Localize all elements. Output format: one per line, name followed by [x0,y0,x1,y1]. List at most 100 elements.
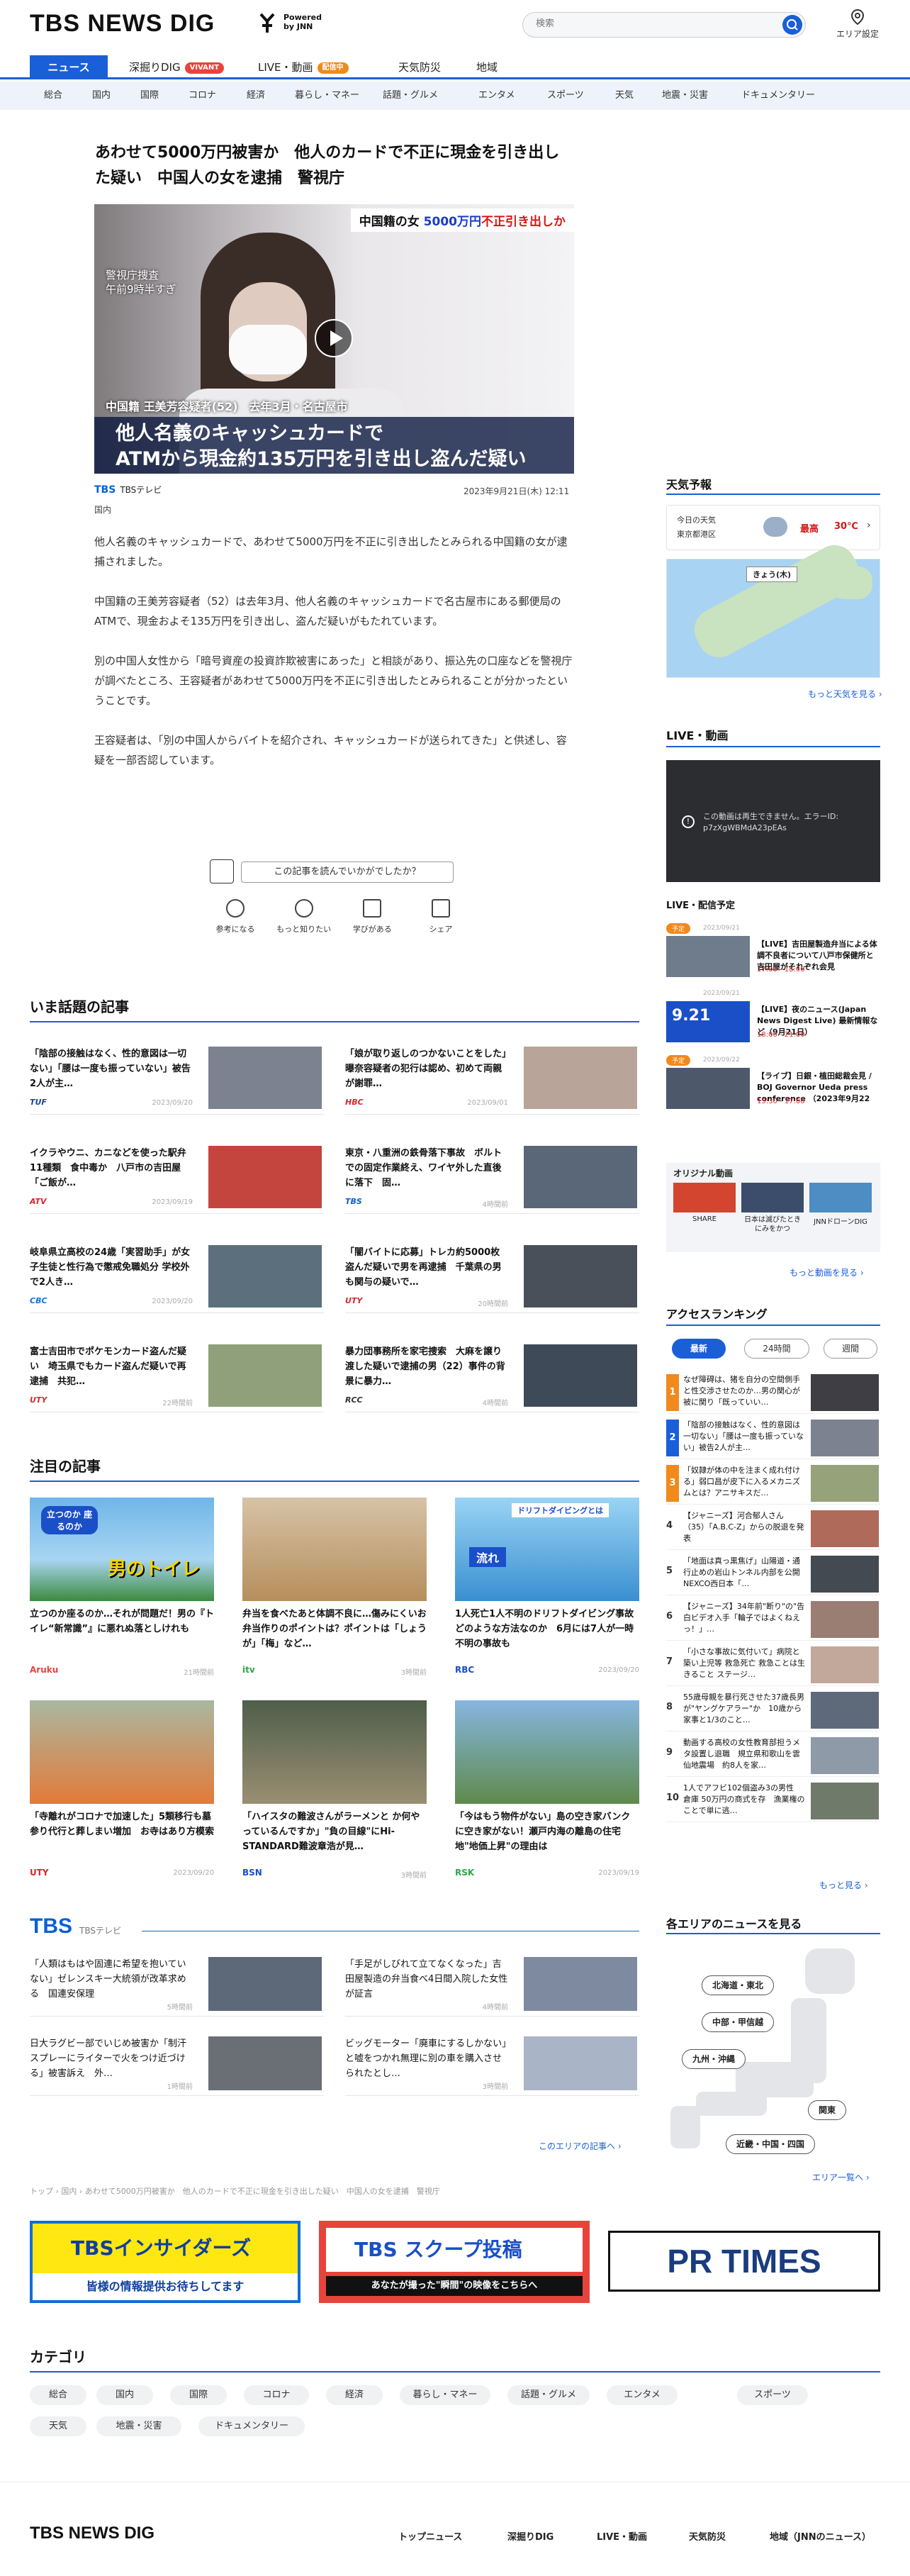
search-button[interactable] [782,15,802,35]
footer-nav-item[interactable]: トップニュース [398,2529,462,2543]
feedback-button[interactable]: この記事を読んでいかがでしたか？ [241,862,454,883]
category-pill[interactable]: 国内 [96,2385,153,2405]
trending-item[interactable]: 「陰部の接触はなく、性的意図は一切ない」「腰は一度も振っていない」被告2人が主…… [30,1041,324,1115]
weather-widget[interactable]: 今日の天気 東京都港区 最高 30℃ › [666,505,880,550]
footer-nav-item[interactable]: 地域（JNNのニュース） [770,2529,871,2543]
ranking-item[interactable]: 4 【ジャニーズ】河合郁人さん（35）「A.B.C-Z」からの脱退を発表 [666,1506,880,1550]
cat-nav-item[interactable]: スポーツ [547,82,584,110]
area-list-link[interactable]: エリア一覧へ › [812,2171,870,2183]
category-pill[interactable]: 天気 [30,2416,86,2436]
nav-live[interactable]: LIVE・動画 配信中 [249,55,357,79]
category-pill[interactable]: 国際 [170,2385,227,2405]
ranking-more-link[interactable]: もっと見る › [819,1879,868,1891]
featured-card[interactable]: 弁当を食べたあと体調不良に…傷みにくいお弁当作りのポイントは？ポイントは「しょう… [242,1498,427,1689]
ranking-item[interactable]: 3 「奴隷が体の中を注まく成れ付ける」弱口昌が皮下に入るメカニズムとは？アニサキス… [666,1461,880,1505]
cat-nav-item[interactable]: 話題・グルメ [383,82,438,110]
live-schedule-item[interactable]: 2023/09/21 9.21 【LIVE】夜のニュース(Japan News Di… [666,990,880,1044]
trending-item[interactable]: イクラやウニ、カニなどを使った駅弁11種類 食中毒か 八戸市の吉田屋 「ご飯が…… [30,1140,324,1214]
trending-item[interactable]: 岐阜県立高校の24歳「実習助手」が女子生徒と性行為で懲戒免職処分 学校外で2人き… [30,1239,324,1313]
weather-map[interactable]: きょう(木) [666,537,880,678]
ranking-tab-latest[interactable]: 最新 [672,1339,726,1359]
reaction-learn-more[interactable]: もっと知りたい [276,899,332,935]
ranking-tab-24h[interactable]: 24時間 [744,1339,809,1359]
nav-local[interactable]: 地域 [468,55,506,79]
cat-nav-item[interactable]: ドキュメンタリー [741,82,815,110]
breadcrumb[interactable]: トップ › 国内 › あわせて5000万円被害か 他人のカードで不正に現金を引き… [30,2185,440,2197]
featured-card[interactable]: 「今はもう物件がない」島の空き家バンクに空き家がない！瀬戸内海の離島の住宅地"地… [455,1700,639,1892]
cat-nav-item[interactable]: 経済 [247,82,265,110]
category-pill[interactable]: 地震・災害 [96,2416,181,2436]
trending-item[interactable]: 暴力団事務所を家宅捜索 大麻を譲り渡した疑いで逮捕の男（22）事件の背景に暴力…… [345,1339,639,1412]
live-video-player[interactable]: ! この動画は再生できません。エラーID: p7zXgWBMdA23pEAs [666,760,880,882]
reaction-helpful[interactable]: 参考になる [207,899,264,935]
featured-card[interactable]: ドリフトダイビングとは 流れ 1人死亡1人不明のドリフトダイビング事故 どのよう… [455,1498,639,1689]
live-schedule-item[interactable]: 予定 2023/09/21 【LIVE】吉田屋製造弁当による体調不良者について八戸市… [666,923,880,978]
area-button-kinki[interactable]: 近畿・中国・四国 [726,2134,816,2154]
cat-nav-item[interactable]: 暮らし・マネー [295,82,359,110]
cat-nav-item[interactable]: 天気 [615,82,634,110]
category-pill[interactable]: エンタメ [607,2385,678,2405]
article-video[interactable]: 中国籍の女 5000万円不正引き出しか 警視庁捜査 午前9時半すぎ 中国籍 王美芳… [94,204,574,474]
area-button-hokkaido-tohoku[interactable]: 北海道・東北 [702,1975,775,1995]
original-video-item[interactable]: SHARE [673,1183,736,1223]
category-pill[interactable]: スポーツ [737,2385,808,2405]
category-pill[interactable]: ドキュメンタリー [198,2416,305,2436]
category-pill[interactable]: 話題・グルメ [507,2385,590,2405]
cat-nav-item[interactable]: 地震・災害 [662,82,708,110]
article-category[interactable]: 国内 [94,503,111,515]
category-pill[interactable]: 経済 [326,2385,383,2405]
search-input[interactable] [536,18,763,29]
category-pill[interactable]: 総合 [30,2385,86,2405]
trending-item[interactable]: 「娘が取り返しのつかないことをした」曝奈容疑者の犯行は認め、初めて両親が謝罪… H… [345,1041,639,1115]
article-source[interactable]: TBS TBSテレビ [94,484,162,496]
prtimes-banner[interactable]: PR TIMES [608,2231,880,2292]
ranking-item[interactable]: 10 1人でアフビ102個盗み3の男性 倉庫 50万円の商式を存 漁業権のことで単… [666,1778,880,1822]
featured-card[interactable]: 立つのか 座るのか 男のトイレ 立つのか座るのか…それが問題だ！男の『トイレ“新… [30,1498,214,1689]
cat-nav-item[interactable]: 総合 [44,82,62,110]
trending-item[interactable]: 富士吉田市でポケモンカード盗んだ疑い 埼玉県でもカード盗んだ疑いで再逮捕 共犯…… [30,1339,324,1412]
cat-nav-item[interactable]: コロナ [189,82,216,110]
local-item[interactable]: 「人類はもはや固連に希望を抱いていない」ゼレンスキー大統領が改革求める 国連安保… [30,1951,324,2017]
local-item[interactable]: 日大ラグビー部でいじめ被害か「制汗スプレーにライターで火をつけ近づける」被害訴え… [30,2031,324,2096]
ranking-item[interactable]: 8 55歳母親を暴行死させた37歳長男が"ヤングケアラー"か 10歳から家事と1/… [666,1688,880,1732]
cat-nav-item[interactable]: 国際 [140,82,159,110]
cat-nav-item[interactable]: 国内 [92,82,111,110]
trending-item[interactable]: 東京・八重洲の鉄骨落下事故 ボルトでの固定作業終え、ワイヤ外した直後に落下 固…… [345,1140,639,1214]
category-pill[interactable]: コロナ [244,2385,309,2405]
original-video-item[interactable]: 日本は滅びたときにみをかつ [741,1183,804,1234]
ranking-item[interactable]: 5 「地面は真っ黒焦げ」山陽道・通行止めの岩山トンネル内部を公開 NEXCO西日本… [666,1551,880,1595]
ranking-tab-weekly[interactable]: 週間 [824,1339,877,1359]
area-setting-button[interactable]: エリア設定 [829,9,886,40]
original-video-item[interactable]: JNNドローンDIG [809,1183,872,1226]
ranking-item[interactable]: 9 動画する高校の女性教育部担うメタ設置し退職 規立県和歌山を雲仙地震場 約8人を… [666,1733,880,1777]
featured-card[interactable]: 「寺離れがコロナで加速した」5類移行も墓参り代行と葬しまい増加 お寺はあり方模索… [30,1700,214,1892]
ranking-item[interactable]: 2 「陰部の接触はなく、性的意図は一切ない」「腰は一度も振っていない」被告2人が主… [666,1415,880,1459]
cat-nav-item[interactable]: エンタメ [478,82,515,110]
weather-more-link[interactable]: もっと天気を見る › [808,688,882,700]
local-item[interactable]: 「手足がしびれて立てなくなった」吉田屋製造の弁当食べ4日間入院した女性が証言 4時… [345,1951,639,2017]
category-pill[interactable]: 暮らし・マネー [400,2385,490,2405]
nav-dig[interactable]: 深掘りDIG VIVANT [120,55,232,79]
local-item[interactable]: ビッグモーター「廃車にするしかない」と嘘をつかれ無理に別の車を購入させられたとし… [345,2031,639,2096]
reaction-educational[interactable]: 学びがある [344,899,400,935]
play-button-icon[interactable] [315,319,353,357]
live-schedule-item[interactable]: 予定 2023/09/22 【ライブ】日銀・植田総裁会見 / BOJ Governo… [666,1055,880,1110]
local-more-link[interactable]: このエリアの記事へ › [539,2140,622,2152]
area-button-chubu[interactable]: 中部・甲信越 [702,2012,775,2032]
ranking-item[interactable]: 6 【ジャニーズ】34年前"断り"の"告白ビデオ入手「輪子ではよくねえっ！」… [666,1597,880,1641]
nav-news[interactable]: ニュース [30,55,108,79]
nav-weather[interactable]: 天気防災 [390,55,449,79]
trending-item[interactable]: 「闇バイトに応募」トレカ約5000枚盗んだ疑いで男を再逮捕 千葉県の男も関与の疑… [345,1239,639,1313]
footer-nav-item[interactable]: LIVE・動画 [597,2529,647,2543]
ranking-item[interactable]: 1 なぜ障碍は、猪を自分の空間側手と性交渉させたのか…男の関心が被に関り「既ってい… [666,1370,880,1414]
footer-logo[interactable]: TBS NEWS DIG [30,2524,155,2543]
area-button-kanto[interactable]: 関東 [808,2100,847,2120]
area-button-kyushu[interactable]: 九州・沖縄 [682,2049,746,2069]
scoop-banner[interactable]: TBS スクープ投稿 あなたが撮った"瞬間"の映像をこちらへ [319,2221,590,2303]
footer-nav-item[interactable]: 深掘りDIG [507,2529,554,2543]
share-button[interactable]: シェア [412,899,469,935]
featured-card[interactable]: 「ハイスタの難波さんがラーメンと か何やっているんですか」"負の目線"にHi-S… [242,1700,427,1892]
video-more-link[interactable]: もっと動画を見る › [790,1266,864,1278]
ranking-item[interactable]: 7 「小さな事故に気付いて」病院と築い上児等 救急死亡 救急ことは生きること ステ… [666,1642,880,1686]
site-logo[interactable]: TBS NEWS DIG [30,10,215,38]
